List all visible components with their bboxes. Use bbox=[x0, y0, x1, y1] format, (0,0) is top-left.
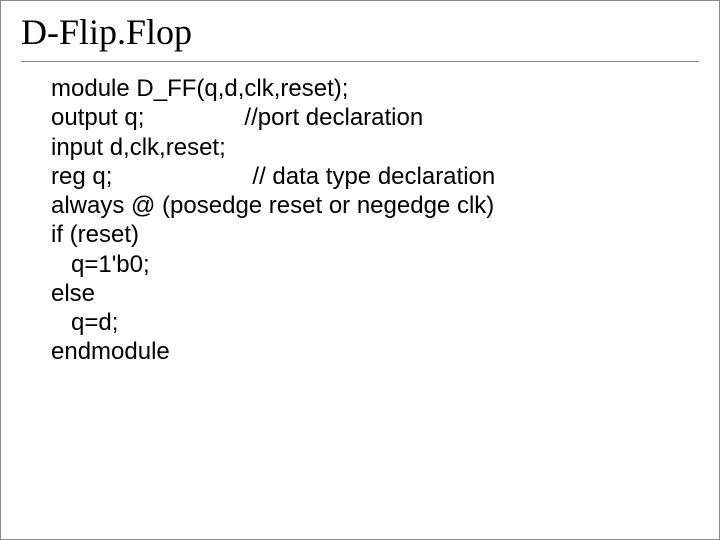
code-line: input d,clk,reset; bbox=[51, 133, 699, 162]
slide: D-Flip.Flop module D_FF(q,d,clk,reset); … bbox=[1, 1, 719, 539]
code-line: q=d; bbox=[51, 308, 699, 337]
code-line: module D_FF(q,d,clk,reset); bbox=[51, 74, 699, 103]
code-line: reg q; // data type declaration bbox=[51, 162, 699, 191]
code-line: q=1'b0; bbox=[51, 250, 699, 279]
code-line: output q; //port declaration bbox=[51, 103, 699, 132]
code-line: always @ (posedge reset or negedge clk) bbox=[51, 191, 699, 220]
code-block: module D_FF(q,d,clk,reset); output q; //… bbox=[21, 72, 699, 367]
slide-title: D-Flip.Flop bbox=[21, 11, 699, 62]
code-line: endmodule bbox=[51, 337, 699, 366]
code-line: else bbox=[51, 279, 699, 308]
code-line: if (reset) bbox=[51, 220, 699, 249]
